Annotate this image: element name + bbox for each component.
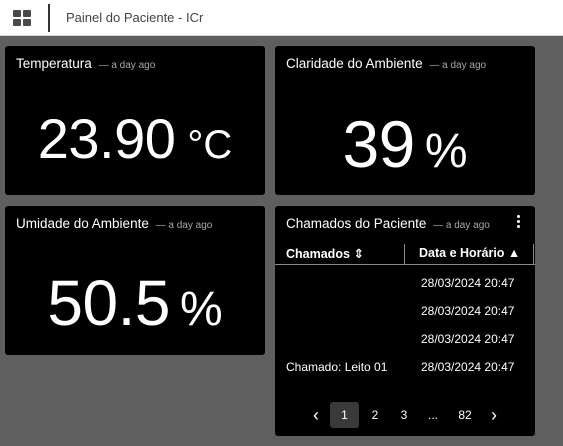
grid-cell xyxy=(23,19,31,26)
value-unit: °C xyxy=(187,123,233,167)
page-2-button[interactable]: 2 xyxy=(363,402,387,428)
value-unit: % xyxy=(424,125,468,178)
card-header: Claridade do Ambiente — a day ago xyxy=(286,56,486,71)
header-divider xyxy=(48,4,50,32)
prev-page-icon[interactable]: ‹ xyxy=(305,402,327,428)
value-number: 39 xyxy=(342,107,415,181)
column-header-datetime[interactable]: Data e Horário ▲ xyxy=(419,246,520,260)
grid-cell xyxy=(23,10,31,17)
table-row: 28/03/2024 20:47 xyxy=(275,297,535,325)
timestamp: — a day ago xyxy=(433,220,490,231)
table-header: Chamados ⇕ Data e Horário ▲ xyxy=(275,243,535,265)
table-row: 28/03/2024 20:47 xyxy=(275,269,535,297)
temperature-card: Temperatura — a day ago 23.90 °C xyxy=(5,46,265,195)
temperature-value: 23.90 °C xyxy=(5,106,265,171)
page-3-button[interactable]: 3 xyxy=(392,402,416,428)
call-cell: Chamado: Leito 01 xyxy=(286,360,388,374)
card-title: Temperatura xyxy=(16,56,92,71)
card-header: Umidade do Ambiente — a day ago xyxy=(16,216,212,231)
datetime-cell: 28/03/2024 20:47 xyxy=(421,332,515,346)
card-header: Temperatura — a day ago xyxy=(16,56,155,71)
patient-calls-card: Chamados do Paciente — a day ago Chamado… xyxy=(275,206,535,436)
humidity-card: Umidade do Ambiente — a day ago 50.5% xyxy=(5,206,265,355)
grid-cell xyxy=(13,19,21,26)
brightness-card: Claridade do Ambiente — a day ago 39% xyxy=(275,46,535,195)
page-1-button[interactable]: 1 xyxy=(330,402,359,428)
top-bar: Painel do Paciente - ICr xyxy=(0,0,563,36)
pagination: ‹ 1 2 3 ... 82 › xyxy=(275,402,535,428)
card-title: Umidade do Ambiente xyxy=(16,216,149,231)
card-title: Claridade do Ambiente xyxy=(286,56,423,71)
brightness-value: 39% xyxy=(275,106,535,182)
column-divider xyxy=(533,244,534,264)
table-row: Chamado: Leito 01 28/03/2024 20:47 xyxy=(275,353,535,381)
value-number: 23.90 xyxy=(37,107,176,170)
value-unit: % xyxy=(179,283,223,336)
timestamp: — a day ago xyxy=(98,60,156,71)
value-number: 50.5 xyxy=(47,267,170,339)
pagination-ellipsis: ... xyxy=(427,408,438,422)
grid-cell xyxy=(13,10,21,17)
page-last-button[interactable]: 82 xyxy=(451,402,479,428)
timestamp: — a day ago xyxy=(429,60,487,71)
datetime-cell: 28/03/2024 20:47 xyxy=(421,276,515,290)
apps-grid-icon[interactable] xyxy=(9,7,33,27)
next-page-icon[interactable]: › xyxy=(483,402,505,428)
more-options-icon[interactable] xyxy=(515,215,521,229)
datetime-cell: 28/03/2024 20:47 xyxy=(421,304,515,318)
table-row: 28/03/2024 20:47 xyxy=(275,325,535,353)
column-header-calls[interactable]: Chamados ⇕ xyxy=(286,246,364,261)
dashboard-title: Painel do Paciente - ICr xyxy=(66,10,204,25)
timestamp: — a day ago xyxy=(155,220,213,231)
datetime-cell: 28/03/2024 20:47 xyxy=(421,360,515,374)
humidity-value: 50.5% xyxy=(5,266,265,340)
card-title: Chamados do Paciente xyxy=(286,216,427,231)
column-divider xyxy=(404,244,405,264)
card-header: Chamados do Paciente — a day ago xyxy=(286,216,490,231)
